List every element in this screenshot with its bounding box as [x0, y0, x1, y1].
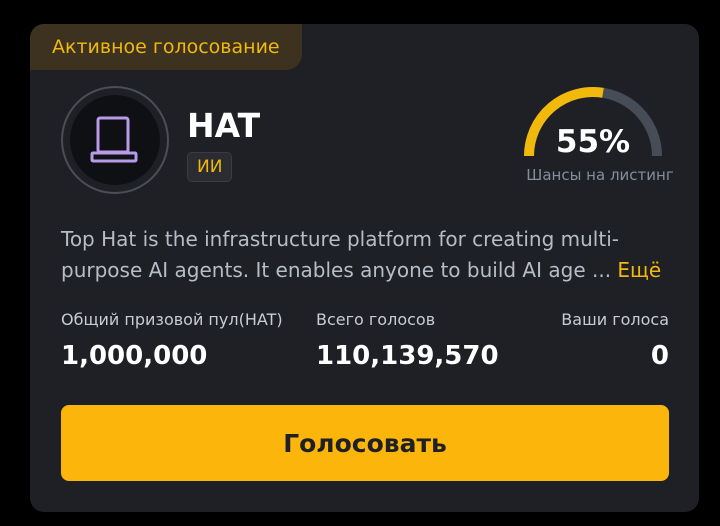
description-line-2: purpose AI agents. It enables anyone to … — [61, 258, 612, 282]
category-badge: ИИ — [187, 152, 233, 182]
total-votes-stat: Всего голосов 110,139,570 — [316, 308, 499, 376]
laptop-icon — [90, 116, 138, 163]
total-votes-value: 110,139,570 — [316, 341, 499, 371]
status-tag: Активное голосование — [30, 24, 302, 70]
description-line-1: Top Hat is the infrastructure platform f… — [61, 227, 619, 251]
token-description: Top Hat is the infrastructure platform f… — [61, 224, 673, 286]
token-name: HAT — [187, 106, 261, 145]
vote-button[interactable]: Голосовать — [61, 405, 669, 481]
your-votes-value: 0 — [650, 341, 669, 371]
total-votes-label: Всего голосов — [316, 310, 436, 329]
prize-pool-value: 1,000,000 — [61, 341, 208, 371]
more-link[interactable]: Ещё — [617, 258, 661, 282]
prize-pool-label: Общий призовой пул(HAT) — [61, 310, 283, 329]
your-votes-stat: Ваши голоса 0 — [561, 308, 669, 376]
token-logo — [61, 86, 169, 194]
listing-chance-value: 55% — [555, 124, 631, 160]
your-votes-label: Ваши голоса — [561, 310, 669, 329]
vote-card: Активное голосование HAT ИИ 55% Шансы на… — [30, 24, 699, 512]
listing-chance-label: Шансы на листинг — [526, 166, 674, 184]
prize-pool-stat: Общий призовой пул(HAT) 1,000,000 — [61, 308, 283, 376]
